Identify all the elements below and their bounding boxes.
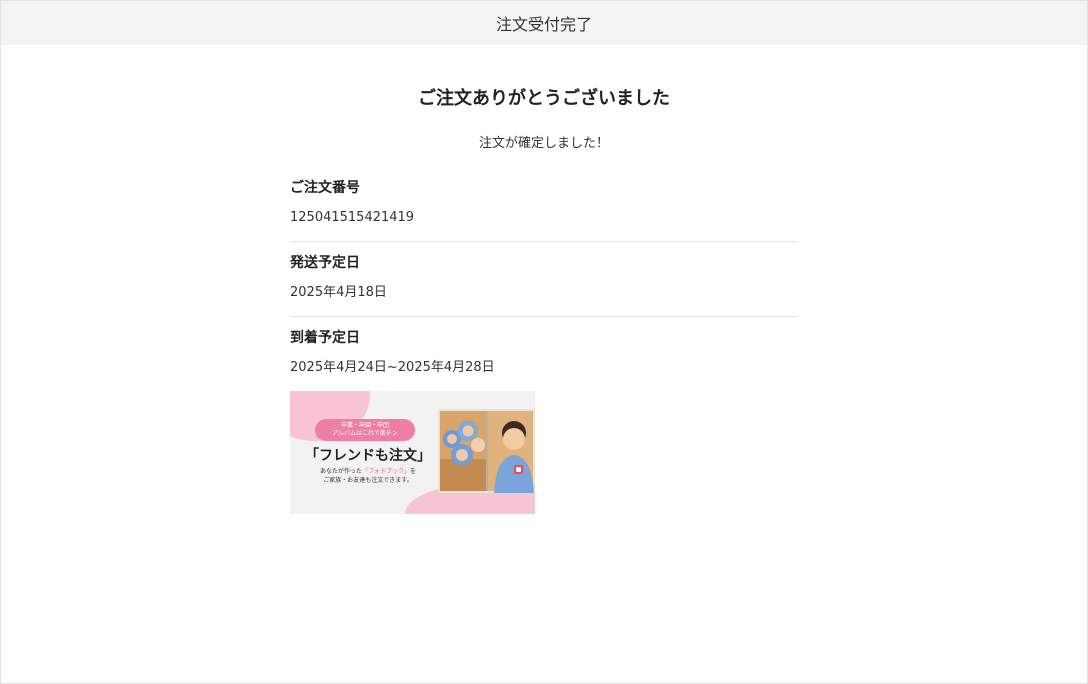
banner-pill: 卒業・卒園・卒団 アルバムはこれで楽チン	[315, 419, 415, 441]
ship-date-value: 2025年4月18日	[290, 285, 387, 300]
order-complete-content: ご注文ありがとうございました 注文が確定しました！ ご注文番号 12504151…	[290, 88, 798, 514]
banner-sub-pre: あなたが作った	[319, 468, 362, 475]
order-number-value: 125041515421419	[290, 210, 415, 225]
confirm-message: 注文が確定しました！	[478, 136, 609, 151]
order-number-section: ご注文番号 125041515421419	[290, 179, 798, 242]
arrival-date-section: 到着予定日 2025年4月24日~2025年4月28日	[290, 329, 798, 377]
banner-subtext: あなたが作った「フォトブック」を ご家族・お友達も注文できます。	[302, 467, 434, 485]
page-frame: 注文受付完了 ご注文ありがとうございました 注文が確定しました！ ご注文番号 1…	[0, 0, 1088, 684]
banner-sub-highlight: 「フォトブック」	[361, 468, 410, 475]
top-bar: 注文受付完了	[1, 1, 1087, 45]
photo-book-image	[438, 409, 535, 493]
friend-order-banner[interactable]: 卒業・卒園・卒団 アルバムはこれで楽チン 「フレンドも注文」 あなたが作った「フ…	[290, 391, 535, 514]
banner-pill-line1: 卒業・卒園・卒団	[340, 422, 389, 429]
page-title: 注文受付完了	[495, 15, 592, 34]
ship-date-section: 発送予定日 2025年4月18日	[290, 254, 798, 317]
banner-pill-line2: アルバムはこれで楽チン	[332, 430, 398, 437]
order-number-label: ご注文番号	[290, 180, 360, 196]
banner-sub-post: を	[410, 468, 417, 475]
thanks-heading: ご注文ありがとうございました	[418, 88, 670, 109]
ship-date-label: 発送予定日	[290, 255, 360, 271]
arrival-date-label: 到着予定日	[290, 330, 360, 346]
banner-headline: 「フレンドも注文」	[305, 448, 431, 464]
arrival-date-value: 2025年4月24日~2025年4月28日	[290, 360, 495, 375]
banner-sub-line2: ご家族・お友達も注文できます。	[323, 477, 413, 484]
